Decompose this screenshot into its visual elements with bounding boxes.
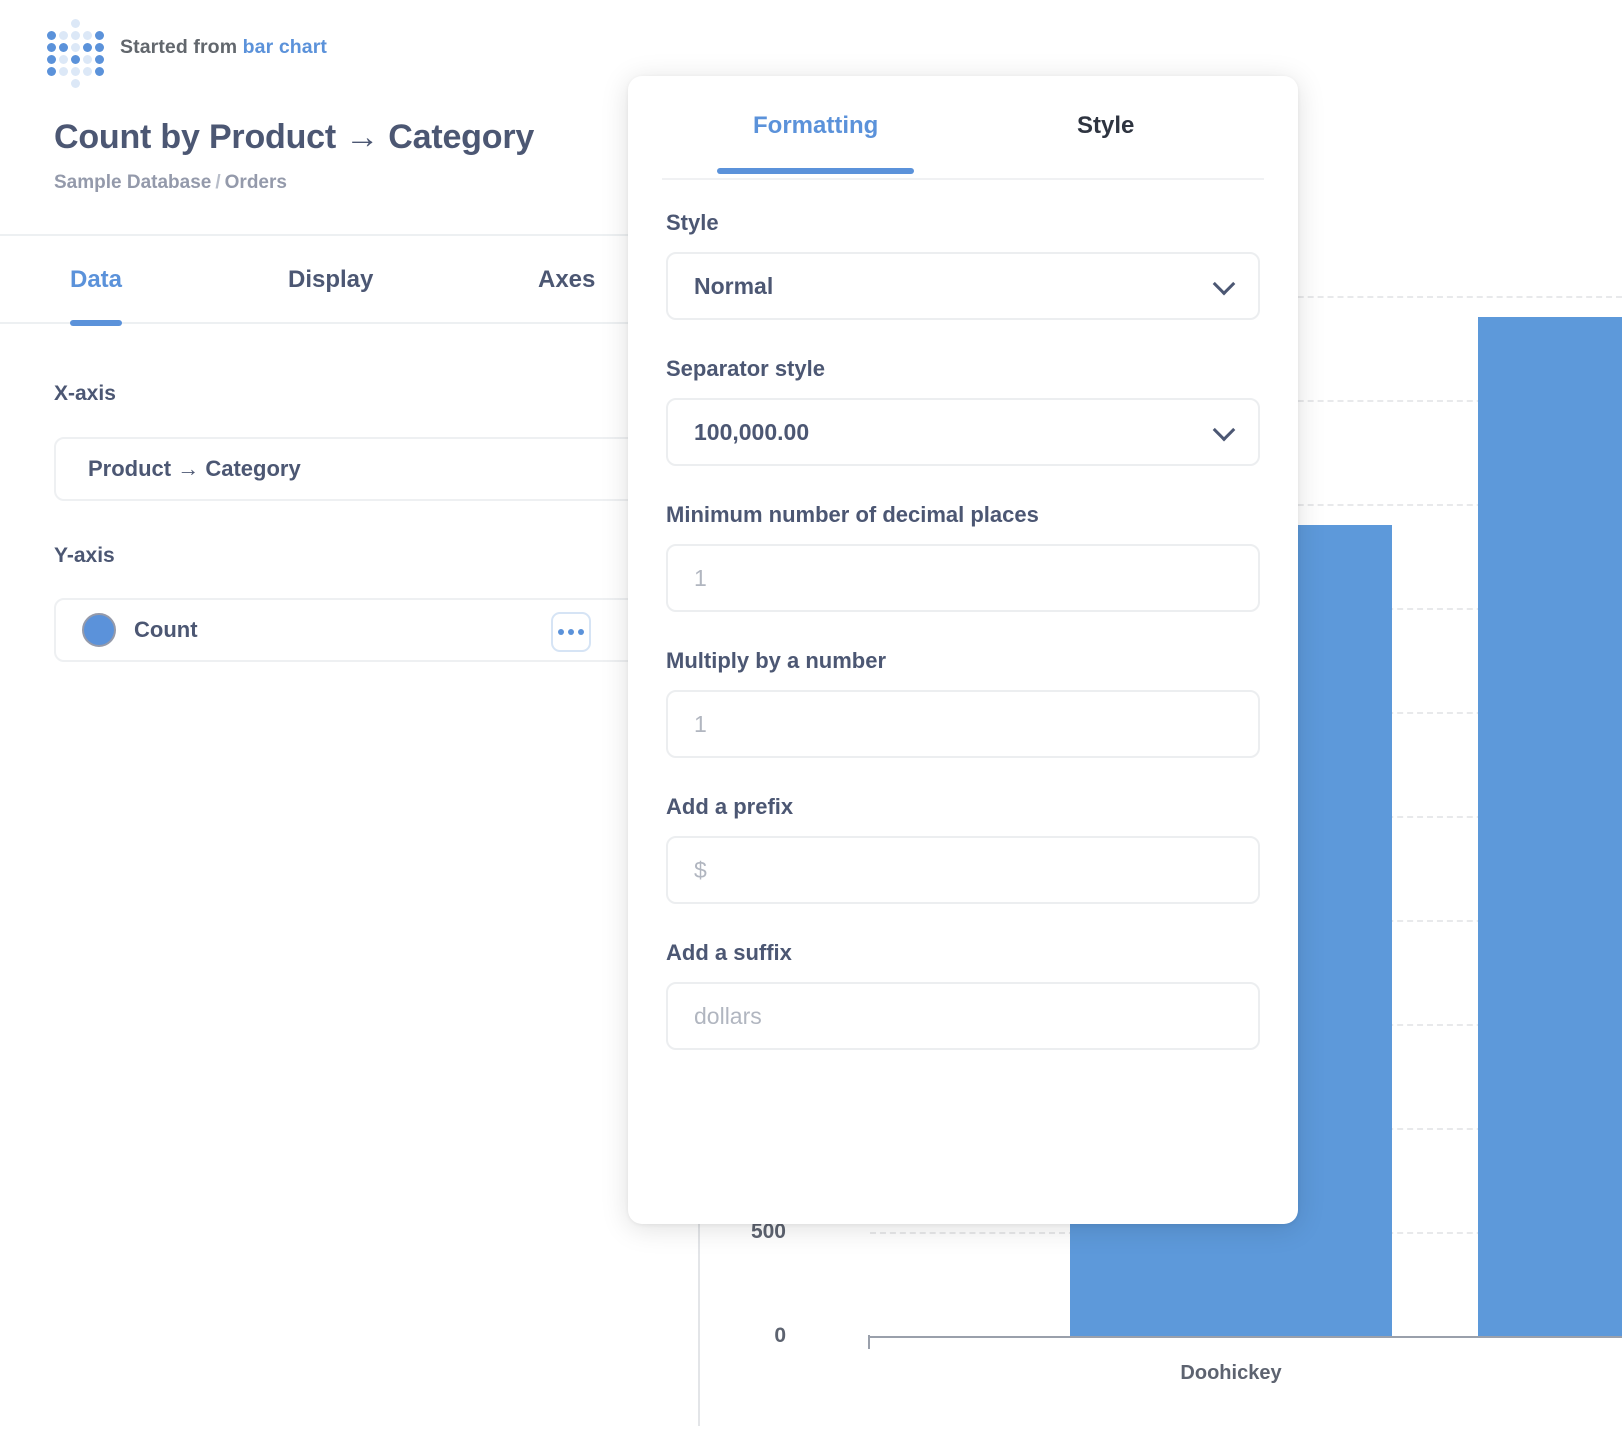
form-group: Add a suffix dollars [666,940,1260,1050]
settings-tabbar: Data Display Axes [0,234,698,324]
field-label: Style [666,210,1260,236]
tab-formatting[interactable]: Formatting [753,112,878,140]
select-style[interactable]: Normal [666,252,1260,320]
logo-dot [59,55,68,64]
field-label: Multiply by a number [666,648,1260,674]
chevron-down-icon [1214,274,1234,294]
started-from-link[interactable]: bar chart [243,36,327,58]
x-axis-label: X-axis [54,382,116,406]
field-label: Minimum number of decimal places [666,502,1260,528]
logo-dot [59,31,68,40]
y-axis-label: Y-axis [54,544,115,568]
y-axis-field-pill[interactable]: Count [54,598,644,662]
breadcrumb-separator: / [211,172,224,193]
field-label: Add a suffix [666,940,1260,966]
input-placeholder: 1 [694,711,707,738]
column-formatting-popover: Formatting Style Style Normal Separator st… [628,76,1298,1224]
metabase-dots-logo-icon [44,18,102,76]
logo-dot [83,31,92,40]
logo-dot [95,31,104,40]
input-placeholder: 1 [694,565,707,592]
x-axis-line [868,1336,1622,1338]
y-axis-field-value: Count [134,617,198,643]
input-placeholder: $ [694,857,707,884]
ellipsis-dot [578,629,584,635]
tab-display[interactable]: Display [288,266,373,294]
logo-dot [83,55,92,64]
app-root: 5000Doohickey Started from bar chart Cou… [0,0,1622,1434]
tab-axes[interactable]: Axes [538,266,595,294]
logo-dot [71,31,80,40]
select-value: 100,000.00 [694,419,809,446]
logo-dot [71,19,80,28]
breadcrumb-database[interactable]: Sample Database [54,172,211,193]
input-add-a-prefix[interactable]: $ [666,836,1260,904]
logo-dot [47,55,56,64]
settings-sidebar: Started from bar chart Count by Product … [0,0,698,1434]
form-group: Add a prefix $ [666,794,1260,904]
page-title: Count by Product → Category [54,118,534,157]
ellipsis-dot [558,629,564,635]
logo-dot [83,43,92,52]
form-group: Style Normal [666,210,1260,320]
x-axis-field-value: Product → Category [56,456,301,482]
input-minimum-number-of-decimal-places[interactable]: 1 [666,544,1260,612]
breadcrumb-table[interactable]: Orders [225,172,287,193]
field-label: Add a prefix [666,794,1260,820]
logo-dot [47,67,56,76]
ellipsis-icon[interactable] [551,612,591,652]
started-from-text: Started from bar chart [120,36,327,59]
select-value: Normal [694,273,773,300]
logo-dot [47,43,56,52]
input-add-a-suffix[interactable]: dollars [666,982,1260,1050]
logo-dot [71,67,80,76]
select-separator-style[interactable]: 100,000.00 [666,398,1260,466]
logo-dot [95,43,104,52]
form-group: Minimum number of decimal places 1 [666,502,1260,612]
logo-dot [71,43,80,52]
x-axis-tick-label: Doohickey [1180,1362,1281,1385]
series-color-swatch[interactable] [82,613,116,647]
logo-dot [95,55,104,64]
y-axis-tick-label: 0 [774,1324,786,1348]
logo-dot [95,67,104,76]
tab-style[interactable]: Style [1077,112,1134,140]
popover-tabbar: Formatting Style [662,76,1264,180]
input-placeholder: dollars [694,1003,762,1030]
tab-data[interactable]: Data [70,266,122,294]
chevron-down-icon [1214,420,1234,440]
form-group: Multiply by a number 1 [666,648,1260,758]
form-group: Separator style 100,000.00 [666,356,1260,466]
started-from-row[interactable]: Started from bar chart [44,18,327,76]
logo-dot [83,67,92,76]
started-from-prefix: Started from [120,36,243,58]
logo-dot [59,43,68,52]
logo-dot [71,55,80,64]
bar[interactable] [1478,317,1622,1336]
logo-dot [47,31,56,40]
popover-body: Style Normal Separator style 100,000.00 Mini… [628,180,1298,1050]
ellipsis-dot [568,629,574,635]
logo-dot [71,79,80,88]
input-multiply-by-a-number[interactable]: 1 [666,690,1260,758]
x-axis-field-pill[interactable]: Product → Category [54,437,644,501]
logo-dot [59,67,68,76]
field-label: Separator style [666,356,1260,382]
breadcrumb: Sample Database/Orders [54,172,287,194]
